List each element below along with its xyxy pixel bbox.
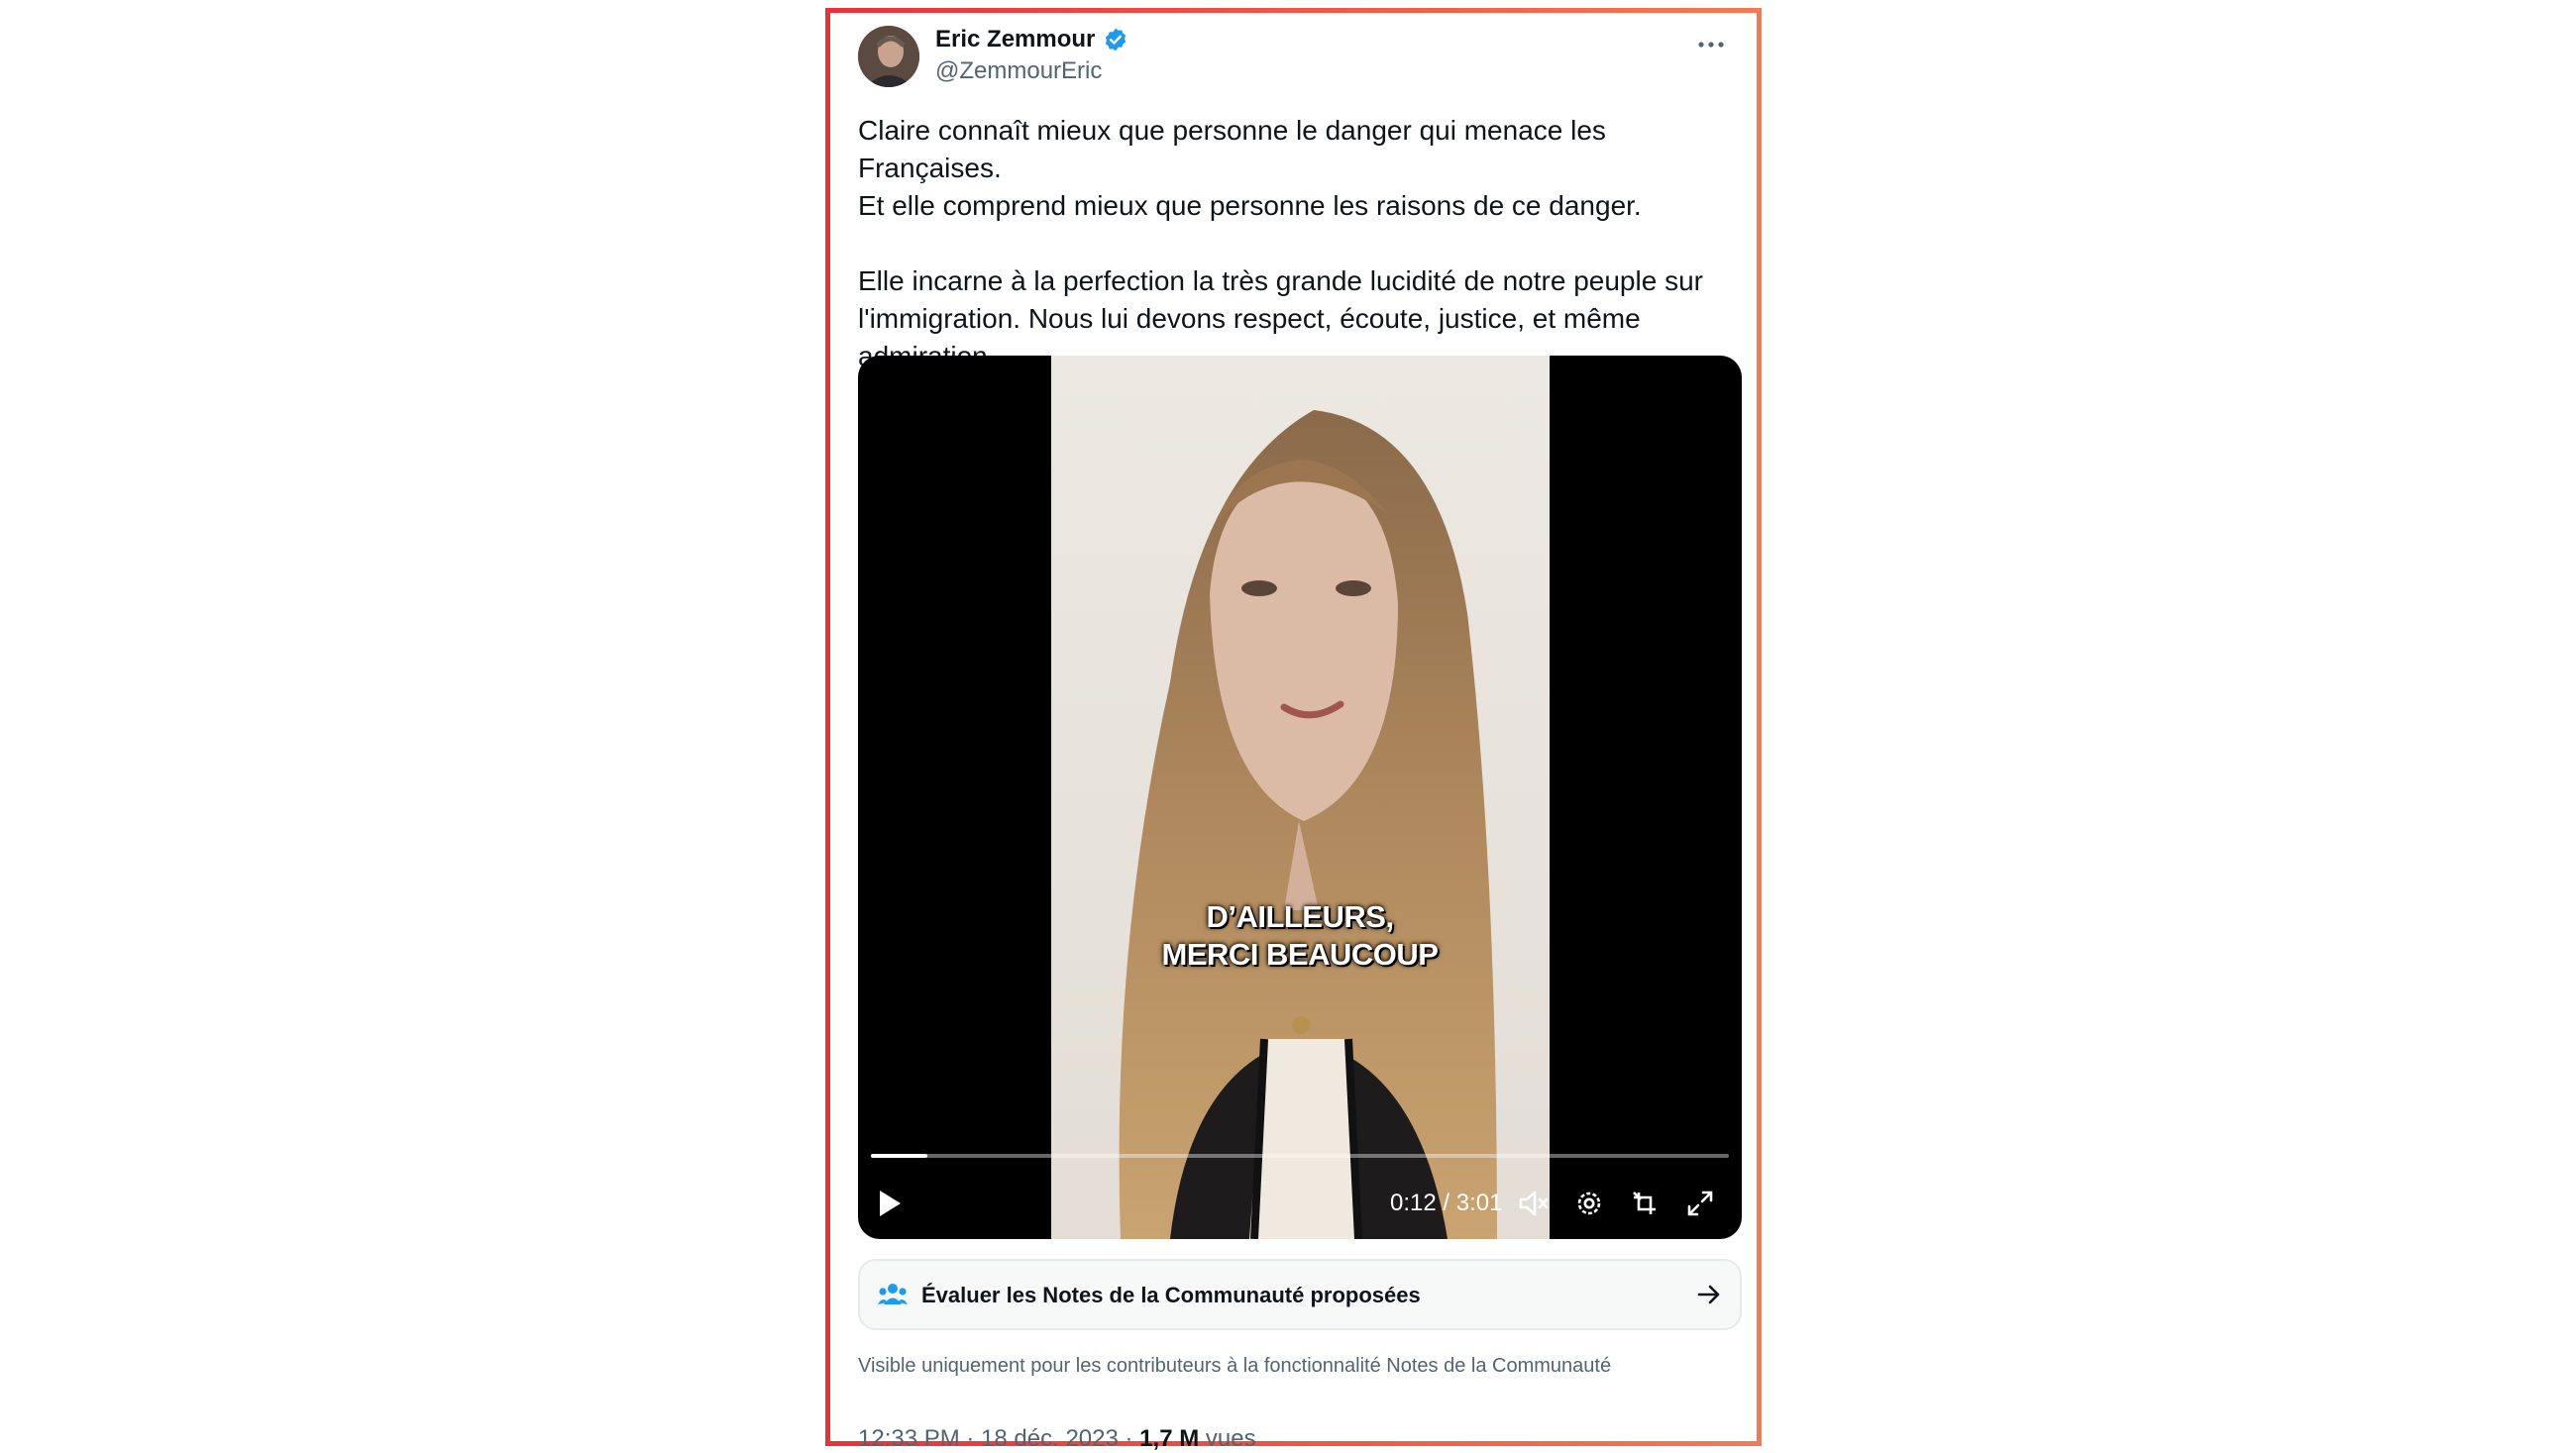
author-handle[interactable]: @ZemmourEric [935, 57, 1102, 85]
community-notes-button[interactable]: Évaluer les Notes de la Communauté propo… [858, 1259, 1742, 1330]
subtitle-line: MERCI BEAUCOUP [1161, 937, 1439, 972]
video-progress-bar[interactable] [871, 1154, 1729, 1158]
mute-icon [1519, 1191, 1549, 1216]
arrow-right-icon [1697, 1285, 1720, 1304]
mute-button[interactable] [1514, 1184, 1554, 1223]
subtitle-line: D’AILLEURS, [1206, 899, 1394, 934]
video-subtitle: D’AILLEURS, MERCI BEAUCOUP [858, 898, 1742, 974]
tweet-card: Eric Zemmour @ZemmourEric Claire connaît… [825, 8, 1762, 1452]
minimize-button[interactable] [1625, 1184, 1664, 1223]
video-progress-fill [871, 1154, 928, 1158]
community-notes-label: Évaluer les Notes de la Communauté propo… [921, 1283, 1421, 1307]
more-dots-icon [1698, 42, 1724, 48]
community-notes-hint: Visible uniquement pour les contributeur… [858, 1355, 1612, 1377]
play-icon [880, 1191, 901, 1216]
tweet-text: Claire connaît mieux que personne le dan… [858, 112, 1750, 375]
fullscreen-icon [1687, 1191, 1713, 1216]
tweet-paragraph-1: Claire connaît mieux que personne le dan… [858, 112, 1750, 225]
video-player[interactable]: D’AILLEURS, MERCI BEAUCOUP 0:12 / 3:01 [858, 356, 1742, 1239]
tweet-metadata: 12:33 PM · 18 déc. 2023 · 1,7 M vues [858, 1425, 1256, 1453]
author-name-row: Eric Zemmour [935, 26, 1128, 53]
video-frame [1051, 356, 1550, 1239]
tweet-line: Et elle comprend mieux que personne les … [858, 190, 1642, 221]
avatar-photo-icon [858, 26, 919, 87]
verified-badge-icon [1106, 28, 1127, 52]
fullscreen-button[interactable] [1680, 1184, 1720, 1223]
minimize-icon [1633, 1192, 1656, 1214]
author-name[interactable]: Eric Zemmour [935, 26, 1095, 53]
more-options-button[interactable] [1693, 27, 1729, 62]
author-avatar[interactable] [858, 26, 919, 87]
community-people-icon [878, 1284, 908, 1304]
tweet-line: Claire connaît mieux que personne le dan… [858, 115, 1606, 183]
play-button[interactable] [870, 1184, 910, 1223]
settings-button[interactable] [1569, 1184, 1609, 1223]
video-still-image [1119, 410, 1497, 1239]
settings-icon [1577, 1192, 1601, 1215]
video-time: 0:12 / 3:01 [1390, 1190, 1503, 1216]
